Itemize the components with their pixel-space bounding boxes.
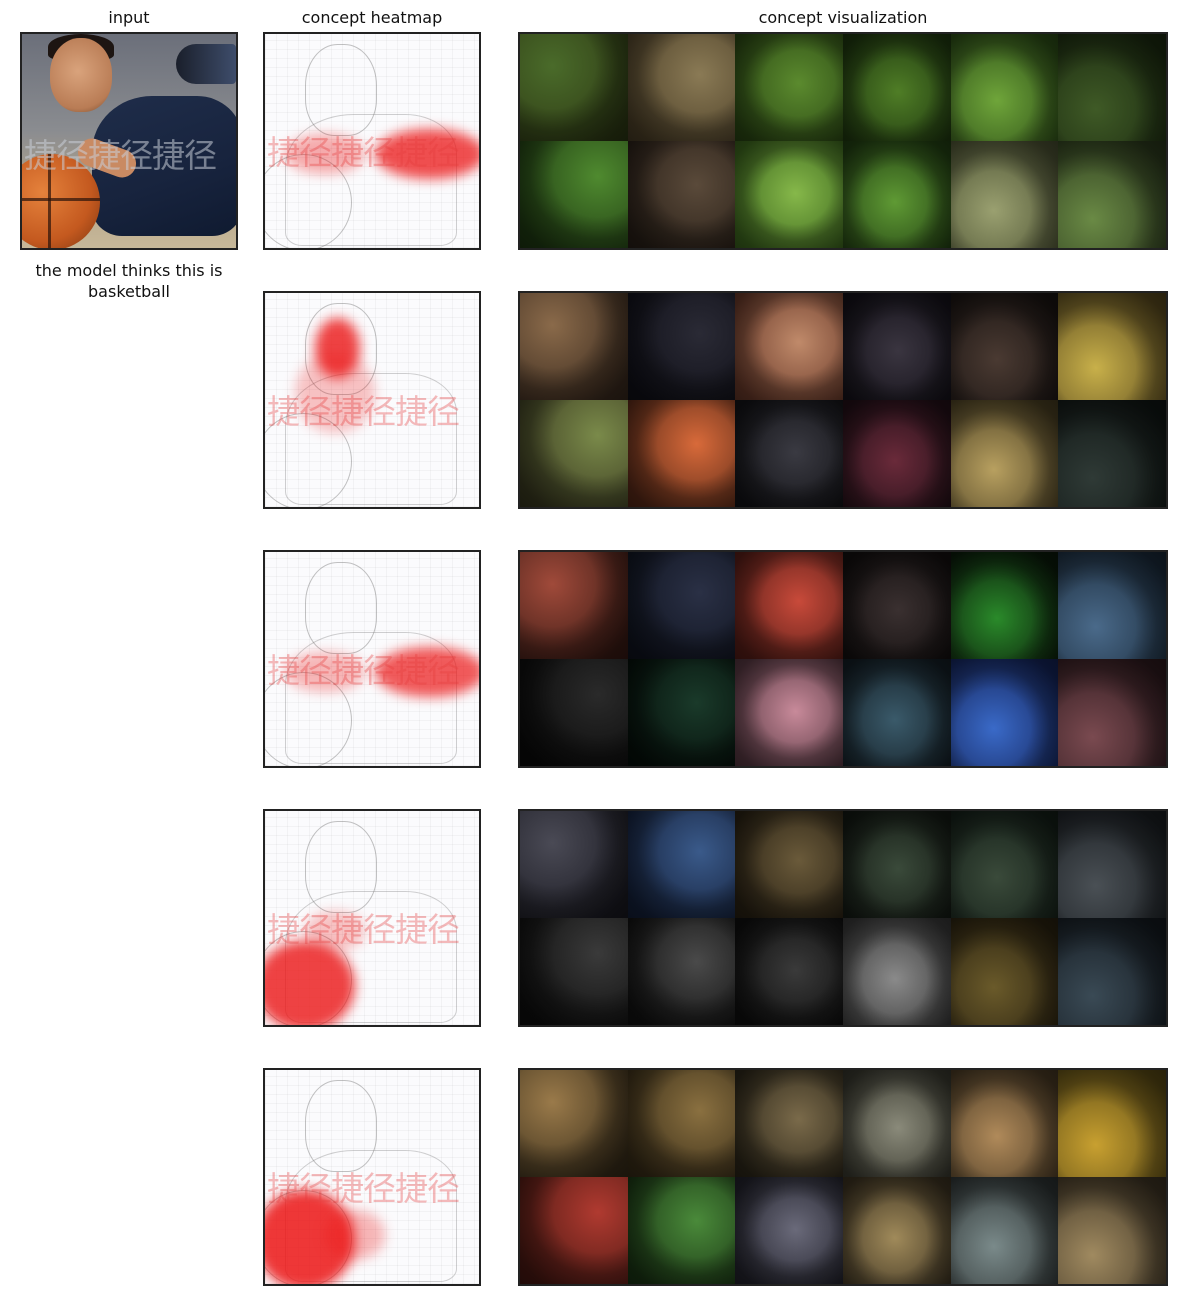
- input-image: 捷径捷径捷径: [20, 32, 238, 250]
- concept-example-tile: [950, 400, 1059, 507]
- concept-example-tile: [627, 659, 736, 766]
- concept-example-tile: [950, 918, 1059, 1025]
- concept-example-tile: [520, 552, 628, 659]
- concept-example-tile: [842, 1177, 951, 1284]
- concept-example-tile: [520, 293, 628, 400]
- concept-example-tile: [627, 811, 736, 918]
- concept-heatmap-2: 捷径捷径捷径: [263, 291, 481, 509]
- concept-example-tile: [735, 400, 843, 507]
- concept-example-tile: [842, 34, 951, 141]
- heatmap-column-title: concept heatmap: [301, 8, 443, 27]
- concept-example-tile: [627, 34, 736, 141]
- concept-visualization-3: [518, 550, 1168, 768]
- heatmap-watermark-text: 捷径捷径捷径: [267, 133, 460, 172]
- concept-example-tile: [950, 811, 1059, 918]
- concept-example-tile: [520, 1177, 628, 1284]
- concept-example-tile: [520, 811, 628, 918]
- concept-example-tile: [1058, 400, 1166, 507]
- concept-heatmap-3: 捷径捷径捷径: [263, 550, 481, 768]
- concept-example-tile: [1058, 1177, 1166, 1284]
- concept-heatmap-1: 捷径捷径捷径: [263, 32, 481, 250]
- concept-example-tile: [1058, 34, 1166, 141]
- concept-example-tile: [842, 659, 951, 766]
- visualization-column-title: concept visualization: [758, 8, 928, 27]
- concept-visualization-5: [518, 1068, 1168, 1286]
- concept-example-tile: [520, 918, 628, 1025]
- concept-example-tile: [735, 1177, 843, 1284]
- concept-heatmap-5: 捷径捷径捷径: [263, 1068, 481, 1286]
- heatmap-watermark-text: 捷径捷径捷径: [267, 392, 460, 431]
- concept-example-tile: [520, 659, 628, 766]
- concept-example-tile: [842, 552, 951, 659]
- shoe-shape: [176, 44, 236, 84]
- concept-example-tile: [627, 1070, 736, 1177]
- heat-region: [325, 1210, 385, 1260]
- concept-example-tile: [950, 552, 1059, 659]
- concept-example-tile: [735, 141, 843, 248]
- concept-heatmap-4: 捷径捷径捷径: [263, 809, 481, 1027]
- concept-example-tile: [1058, 293, 1166, 400]
- concept-example-tile: [735, 811, 843, 918]
- concept-example-tile: [627, 552, 736, 659]
- concept-example-tile: [950, 1070, 1059, 1177]
- player-head-shape: [50, 38, 112, 112]
- concept-example-tile: [735, 293, 843, 400]
- concept-visualization-2: [518, 291, 1168, 509]
- concept-example-tile: [950, 293, 1059, 400]
- concept-example-tile: [950, 1177, 1059, 1284]
- concept-example-tile: [520, 34, 628, 141]
- concept-example-tile: [950, 141, 1059, 248]
- concept-example-tile: [950, 659, 1059, 766]
- concept-example-tile: [1058, 659, 1166, 766]
- concept-example-tile: [520, 400, 628, 507]
- concept-example-tile: [627, 1177, 736, 1284]
- concept-example-tile: [627, 400, 736, 507]
- concept-example-tile: [627, 918, 736, 1025]
- concept-example-tile: [842, 1070, 951, 1177]
- concept-example-tile: [735, 1070, 843, 1177]
- concept-example-tile: [842, 918, 951, 1025]
- concept-example-tile: [735, 659, 843, 766]
- input-column-title: input: [108, 8, 150, 27]
- concept-example-tile: [842, 811, 951, 918]
- concept-example-tile: [627, 293, 736, 400]
- concept-example-tile: [950, 34, 1059, 141]
- concept-example-tile: [627, 141, 736, 248]
- concept-example-tile: [735, 34, 843, 141]
- concept-example-tile: [842, 400, 951, 507]
- concept-example-tile: [842, 293, 951, 400]
- concept-example-tile: [735, 552, 843, 659]
- concept-example-tile: [1058, 141, 1166, 248]
- concept-example-tile: [1058, 1070, 1166, 1177]
- concept-example-tile: [520, 1070, 628, 1177]
- heatmap-watermark-text: 捷径捷径捷径: [267, 651, 460, 690]
- concept-example-tile: [735, 918, 843, 1025]
- concept-example-tile: [520, 141, 628, 248]
- prediction-caption: the model thinks this is basketball: [35, 261, 223, 301]
- concept-example-tile: [1058, 552, 1166, 659]
- heatmap-watermark-text: 捷径捷径捷径: [267, 910, 460, 949]
- concept-visualization-4: [518, 809, 1168, 1027]
- concept-example-tile: [842, 141, 951, 248]
- concept-example-tile: [1058, 918, 1166, 1025]
- concept-example-tile: [1058, 811, 1166, 918]
- heatmap-watermark-text: 捷径捷径捷径: [267, 1169, 460, 1208]
- concept-visualization-1: [518, 32, 1168, 250]
- input-watermark-text: 捷径捷径捷径: [24, 136, 217, 175]
